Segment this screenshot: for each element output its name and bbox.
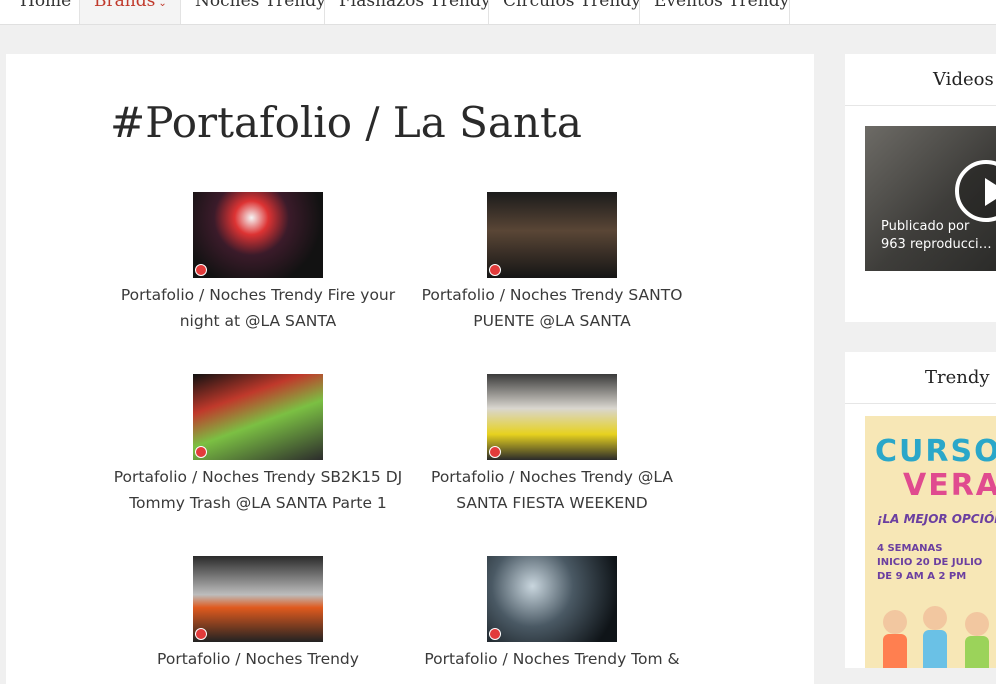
gallery-thumbnail[interactable] — [193, 192, 323, 278]
summer-course-ad[interactable]: CURSO VERA ¡LA MEJOR OPCIÓN 4 SEMANAS IN… — [865, 416, 996, 668]
nav-circulos-trendy[interactable]: Circulos Trendy — [489, 0, 640, 24]
videos-widget-title: Videos — [845, 54, 996, 106]
gallery-thumbnail[interactable] — [193, 556, 323, 642]
page-title: #Portafolio / La Santa — [110, 98, 582, 147]
nav-noches-label: Noches Trendy — [195, 0, 325, 11]
gallery-caption[interactable]: Portafolio / Noches Trendy @LA SANTA FIE… — [402, 464, 702, 516]
ad-headline-1: CURSO — [875, 434, 996, 469]
brand-badge-icon — [195, 628, 207, 640]
gallery-thumbnail[interactable] — [487, 192, 617, 278]
gallery-item[interactable]: Portafolio / Noches Trendy SB2K15 DJ Tom… — [108, 374, 408, 516]
gallery-caption[interactable]: Portafolio / Noches Trendy Tom & — [402, 646, 702, 672]
brand-badge-icon — [489, 264, 501, 276]
brand-badge-icon — [489, 446, 501, 458]
video-published: Publicado por — [881, 219, 970, 234]
ad-detail-weeks: 4 SEMANAS — [877, 543, 943, 554]
gallery-item[interactable]: Portafolio / Noches Trendy Tom & — [402, 556, 702, 672]
gallery-caption[interactable]: Portafolio / Noches Trendy — [108, 646, 408, 672]
ad-details: 4 SEMANAS INICIO 20 DE JULIO DE 9 AM A 2… — [877, 542, 982, 584]
gallery-item[interactable]: Portafolio / Noches Trendy SANTO PUENTE … — [402, 192, 702, 334]
nav-noches-trendy[interactable]: Noches Trendy — [181, 0, 325, 24]
nav-circulos-label: Circulos Trendy — [503, 0, 640, 11]
ad-detail-hours: DE 9 AM A 2 PM — [877, 571, 967, 582]
nav-eventos-label: Eventos Trendy — [654, 0, 790, 11]
main-content: #Portafolio / La Santa Portafolio / Noch… — [6, 54, 814, 684]
nav-brands-label: Brands — [94, 0, 156, 11]
nav-home-label: Home — [20, 0, 72, 11]
gallery-thumbnail[interactable] — [487, 556, 617, 642]
nav-brands[interactable]: Brands ⌄ — [80, 0, 181, 24]
trendy-widget: Trendy P CURSO VERA ¡LA MEJOR OPCIÓN 4 S… — [845, 352, 996, 668]
trendy-widget-title: Trendy P — [845, 352, 996, 404]
gallery-caption[interactable]: Portafolio / Noches Trendy SANTO PUENTE … — [402, 282, 702, 334]
chevron-down-icon: ⌄ — [158, 0, 167, 9]
gallery-item[interactable]: Portafolio / Noches Trendy Fire your nig… — [108, 192, 408, 334]
video-views: 963 reproducci… — [881, 237, 992, 252]
nav-flashazos-label: Flashazos Trendy — [339, 0, 489, 11]
top-navigation: Home Brands ⌄ Noches Trendy Flashazos Tre… — [0, 0, 996, 25]
brand-badge-icon — [489, 628, 501, 640]
play-icon[interactable] — [955, 160, 996, 222]
kids-illustration-icon — [883, 606, 989, 668]
videos-widget: Videos Publicado por 963 reproducci… — [845, 54, 996, 322]
ad-subheadline: ¡LA MEJOR OPCIÓN — [877, 512, 996, 526]
gallery-caption[interactable]: Portafolio / Noches Trendy SB2K15 DJ Tom… — [108, 464, 408, 516]
gallery-thumbnail[interactable] — [487, 374, 617, 460]
gallery-thumbnail[interactable] — [193, 374, 323, 460]
brand-badge-icon — [195, 446, 207, 458]
brand-badge-icon — [195, 264, 207, 276]
nav-eventos-trendy[interactable]: Eventos Trendy — [640, 0, 790, 24]
gallery-caption[interactable]: Portafolio / Noches Trendy Fire your nig… — [108, 282, 408, 334]
video-meta: Publicado por 963 reproducci… — [881, 218, 992, 254]
ad-detail-start: INICIO 20 DE JULIO — [877, 557, 983, 568]
nav-flashazos-trendy[interactable]: Flashazos Trendy — [325, 0, 489, 24]
nav-home[interactable]: Home — [0, 0, 80, 24]
video-thumbnail[interactable]: Publicado por 963 reproducci… — [865, 126, 996, 271]
gallery-item[interactable]: Portafolio / Noches Trendy — [108, 556, 408, 672]
ad-headline-2: VERA — [903, 468, 996, 503]
gallery-item[interactable]: Portafolio / Noches Trendy @LA SANTA FIE… — [402, 374, 702, 516]
